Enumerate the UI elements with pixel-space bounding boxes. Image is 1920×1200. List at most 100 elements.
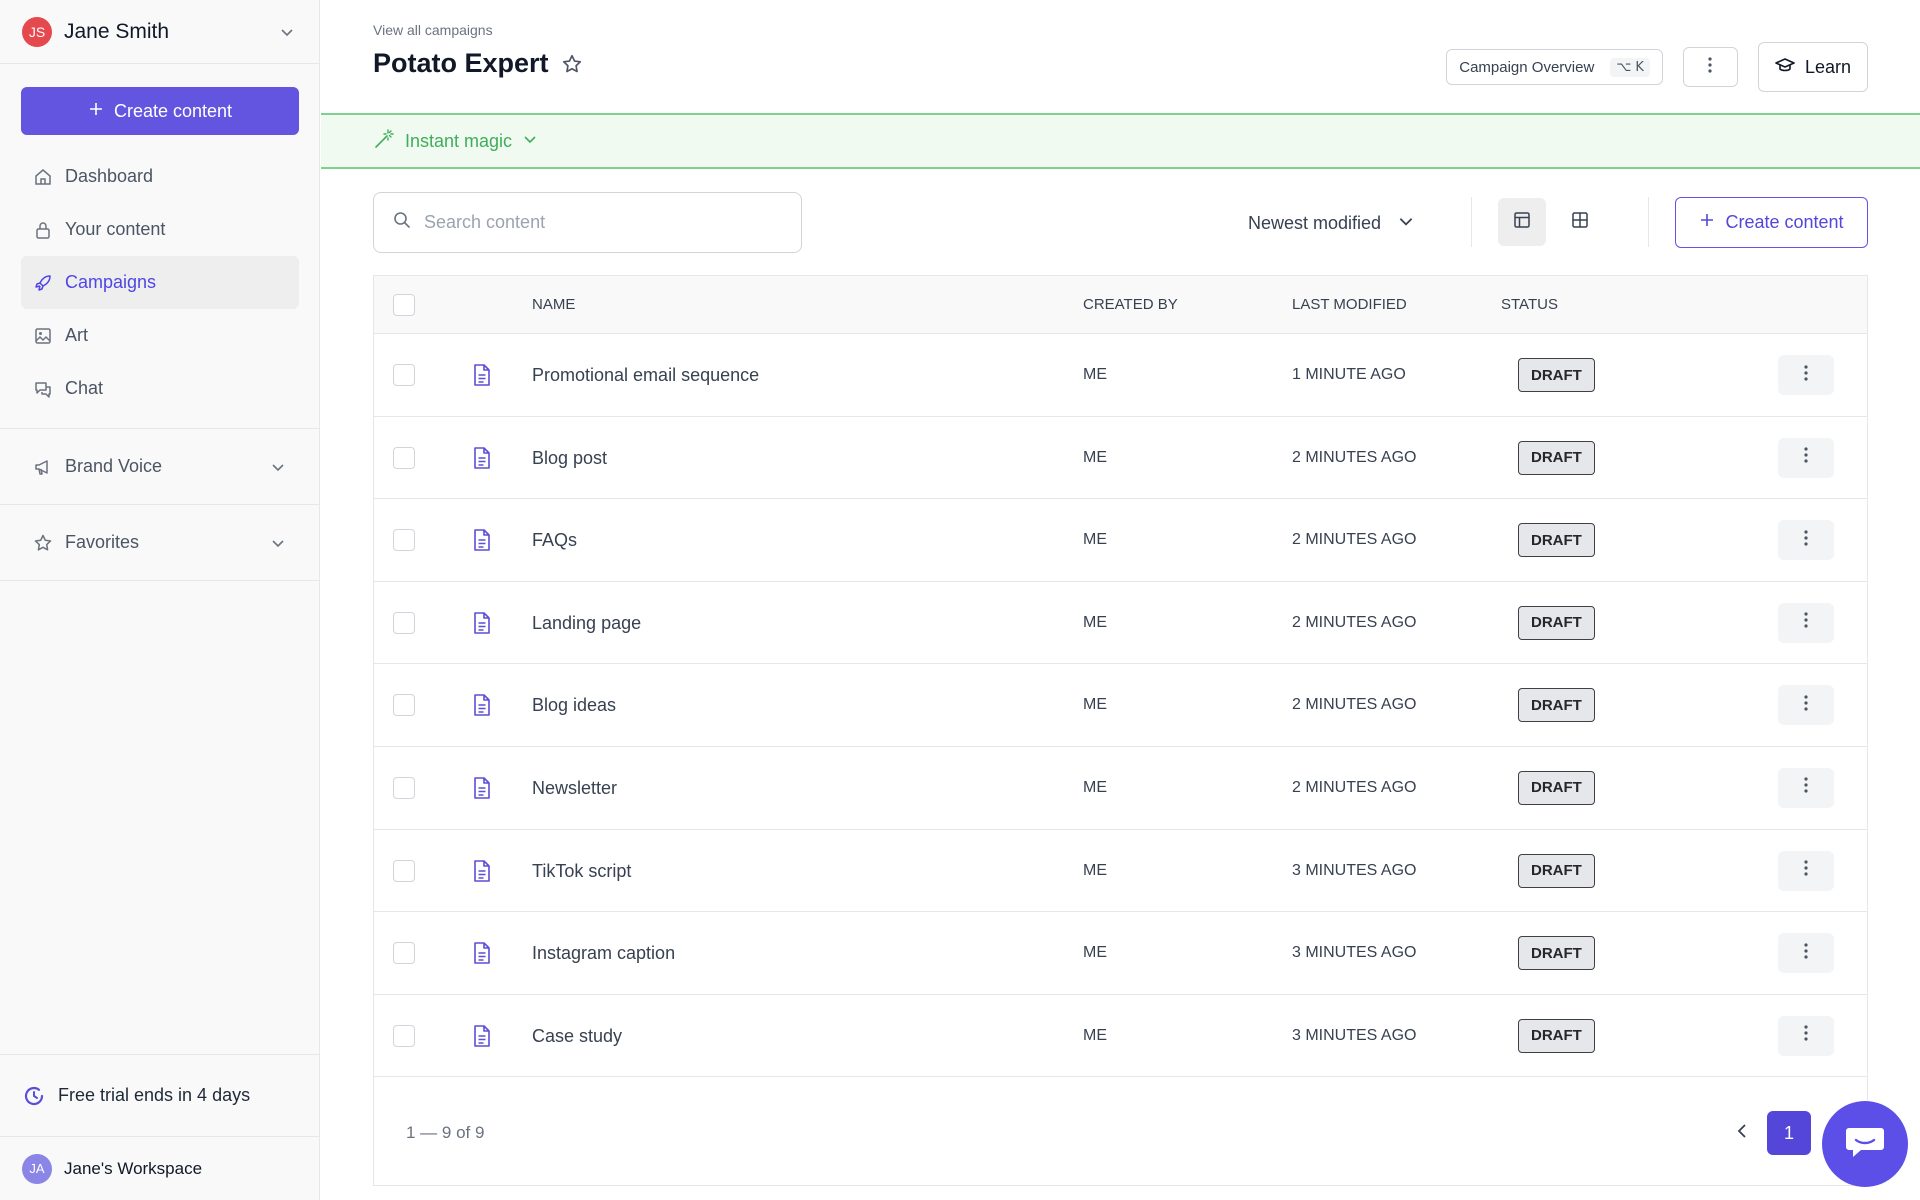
star-icon[interactable]: [561, 53, 583, 75]
trial-banner[interactable]: Free trial ends in 4 days: [0, 1054, 320, 1136]
grid-view-button[interactable]: [1556, 198, 1604, 246]
row-menu-button[interactable]: [1778, 767, 1834, 808]
content-name[interactable]: Newsletter: [532, 778, 617, 799]
sidebar-item-dashboard[interactable]: Dashboard: [21, 150, 299, 203]
table-row[interactable]: Promotional email sequence ME 1 MINUTE A…: [374, 334, 1867, 417]
sidebar-item-campaigns[interactable]: Campaigns: [21, 256, 299, 309]
content-name[interactable]: Case study: [532, 1026, 622, 1047]
table-row[interactable]: Case study ME 3 MINUTES AGO DRAFT: [374, 995, 1867, 1078]
learn-button[interactable]: Learn: [1757, 42, 1868, 92]
table-row[interactable]: Instagram caption ME 3 MINUTES AGO DRAFT: [374, 912, 1867, 995]
breadcrumb[interactable]: View all campaigns: [373, 22, 493, 38]
created-by: ME: [1083, 613, 1107, 631]
more-vertical-icon: [1803, 1024, 1809, 1047]
sidebar-nav: Dashboard Your content Campaigns Art Cha…: [21, 150, 299, 415]
created-by: ME: [1083, 448, 1107, 466]
content-name[interactable]: FAQs: [532, 530, 577, 551]
sidebar-item-label: Art: [65, 325, 89, 345]
table-row[interactable]: Blog ideas ME 2 MINUTES AGO DRAFT: [374, 664, 1867, 747]
brand-voice-section[interactable]: Brand Voice: [0, 428, 320, 504]
workspace-switcher[interactable]: JA Jane's Workspace: [0, 1136, 320, 1200]
row-checkbox[interactable]: [393, 776, 415, 799]
chat-support-button[interactable]: [1822, 1101, 1908, 1187]
megaphone-icon: [32, 456, 54, 478]
status-badge: DRAFT: [1518, 688, 1595, 723]
content-name[interactable]: Promotional email sequence: [532, 365, 759, 386]
create-content-button[interactable]: Create content: [21, 87, 299, 135]
row-menu-button[interactable]: [1778, 520, 1834, 561]
chevron-down-icon[interactable]: [277, 22, 297, 42]
chevron-down-icon: [522, 131, 538, 152]
row-menu-button[interactable]: [1778, 850, 1834, 891]
content-name[interactable]: Blog post: [532, 448, 607, 469]
document-icon: [472, 941, 492, 965]
search-input[interactable]: [424, 212, 783, 233]
campaign-overview-button[interactable]: Campaign Overview ⌥ K: [1446, 49, 1663, 85]
more-vertical-icon: [1803, 694, 1809, 717]
table-row[interactable]: Landing page ME 2 MINUTES AGO DRAFT: [374, 582, 1867, 665]
chat-icon: [32, 378, 54, 400]
content-name[interactable]: Landing page: [532, 613, 641, 634]
document-icon: [472, 611, 492, 635]
more-vertical-icon: [1803, 611, 1809, 634]
content-name[interactable]: Instagram caption: [532, 943, 675, 964]
chevron-down-icon: [268, 533, 288, 553]
column-header-created-by[interactable]: CREATED BY: [1083, 296, 1178, 313]
table-view-button[interactable]: [1498, 198, 1546, 246]
title-row: Potato Expert: [373, 48, 583, 79]
last-modified: 2 MINUTES AGO: [1292, 531, 1417, 549]
row-checkbox[interactable]: [393, 364, 415, 386]
row-checkbox[interactable]: [393, 611, 415, 634]
sidebar-item-art[interactable]: Art: [21, 309, 299, 362]
content-name[interactable]: TikTok script: [532, 861, 631, 882]
favorites-section[interactable]: Favorites: [0, 504, 320, 580]
more-vertical-icon: [1803, 364, 1809, 387]
row-checkbox[interactable]: [393, 942, 415, 965]
column-header-status[interactable]: STATUS: [1501, 296, 1558, 313]
content-name[interactable]: Blog ideas: [532, 695, 616, 716]
magic-wand-icon: [373, 128, 395, 155]
page-button-current[interactable]: 1: [1767, 1111, 1811, 1155]
chevron-left-icon[interactable]: [1735, 1122, 1749, 1145]
row-checkbox[interactable]: [393, 446, 415, 469]
home-icon: [32, 166, 54, 188]
sort-dropdown[interactable]: Newest modified: [1248, 205, 1415, 241]
user-menu[interactable]: JS Jane Smith: [0, 0, 319, 64]
select-all-checkbox[interactable]: [393, 294, 415, 316]
more-options-button[interactable]: [1682, 47, 1738, 87]
create-content-button[interactable]: Create content: [1675, 197, 1868, 248]
row-menu-button[interactable]: [1778, 933, 1834, 974]
table-row[interactable]: FAQs ME 2 MINUTES AGO DRAFT: [374, 499, 1867, 582]
table-row[interactable]: Blog post ME 2 MINUTES AGO DRAFT: [374, 417, 1867, 500]
user-name: Jane Smith: [64, 19, 170, 43]
graduation-cap-icon: [1775, 55, 1795, 80]
row-checkbox[interactable]: [393, 859, 415, 882]
row-menu-button[interactable]: [1778, 1015, 1834, 1056]
clock-icon: [22, 1083, 48, 1109]
row-menu-button[interactable]: [1778, 685, 1834, 726]
sidebar-item-chat[interactable]: Chat: [21, 362, 299, 415]
more-vertical-icon: [1803, 776, 1809, 799]
document-icon: [472, 859, 492, 883]
sidebar-item-label: Dashboard: [65, 166, 154, 186]
row-menu-button[interactable]: [1778, 602, 1834, 643]
pagination-count: 1 — 9 of 9: [406, 1123, 485, 1142]
row-menu-button[interactable]: [1778, 437, 1834, 478]
row-menu-button[interactable]: [1778, 355, 1834, 395]
instant-magic-bar[interactable]: Instant magic: [321, 113, 1920, 169]
row-checkbox[interactable]: [393, 694, 415, 717]
favorites-label: Favorites: [65, 532, 140, 552]
rocket-icon: [32, 272, 54, 294]
row-checkbox[interactable]: [393, 1024, 415, 1047]
chevron-down-icon: [268, 457, 288, 477]
column-header-last-modified[interactable]: LAST MODIFIED: [1292, 296, 1407, 313]
table-row[interactable]: TikTok script ME 3 MINUTES AGO DRAFT: [374, 830, 1867, 913]
sidebar-item-your-content[interactable]: Your content: [21, 203, 299, 256]
status-badge: DRAFT: [1518, 853, 1595, 888]
last-modified: 3 MINUTES AGO: [1292, 1026, 1417, 1044]
table-row[interactable]: Newsletter ME 2 MINUTES AGO DRAFT: [374, 747, 1867, 830]
create-content-label: Create content: [1725, 212, 1844, 232]
column-header-name[interactable]: NAME: [532, 296, 575, 313]
row-checkbox[interactable]: [393, 529, 415, 552]
brand-voice-label: Brand Voice: [65, 456, 163, 476]
